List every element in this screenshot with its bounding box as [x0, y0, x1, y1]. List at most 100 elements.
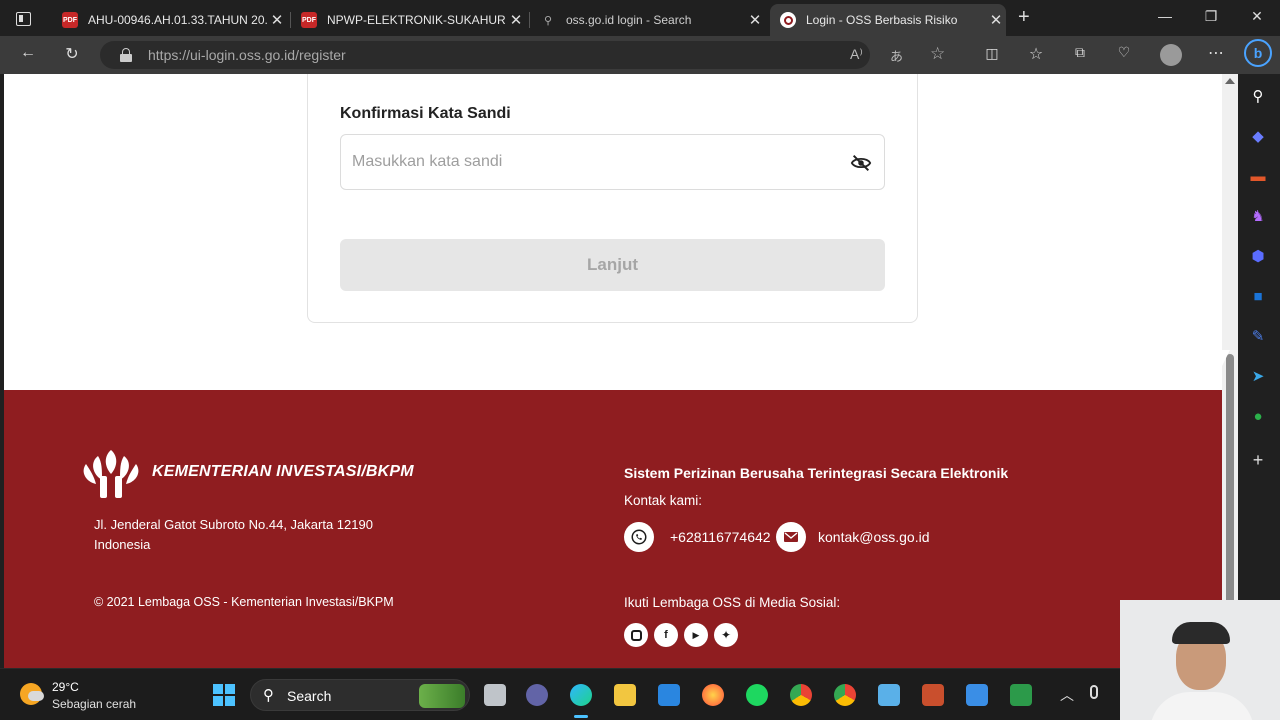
- lock-icon[interactable]: [120, 48, 132, 62]
- browser-tab-1[interactable]: PDF AHU-00946.AH.01.33.TAHUN 20... ✕: [52, 4, 287, 36]
- pdf-icon: PDF: [62, 12, 78, 28]
- back-icon[interactable]: ←: [16, 44, 40, 62]
- presenter-cap: [1172, 622, 1230, 644]
- games-icon[interactable]: ♞: [1248, 206, 1268, 226]
- oss-icon: [780, 12, 796, 28]
- translate-icon[interactable]: あ: [890, 46, 903, 65]
- search-icon: ⚲: [543, 14, 553, 27]
- microphone-icon[interactable]: [1090, 685, 1098, 699]
- active-app-indicator: [574, 715, 588, 718]
- url-text: https://ui-login.oss.go.id/register: [148, 47, 346, 63]
- social-media-label: Ikuti Lembaga OSS di Media Sosial:: [624, 595, 841, 610]
- tools-icon[interactable]: ▬: [1248, 166, 1268, 186]
- close-tab-icon[interactable]: ✕: [986, 11, 1006, 29]
- shopping-tag-icon[interactable]: ◆: [1248, 126, 1268, 146]
- continue-button[interactable]: Lanjut: [340, 239, 885, 291]
- minimize-icon[interactable]: —: [1150, 8, 1180, 24]
- profile-avatar[interactable]: [1160, 44, 1182, 66]
- telegram-icon[interactable]: ➤: [1248, 366, 1268, 386]
- webcam-overlay: [1120, 600, 1280, 720]
- search-highlight-icon: [419, 684, 465, 708]
- system-title: Sistem Perizinan Berusaha Terintegrasi S…: [624, 465, 1009, 481]
- performance-icon[interactable]: ♡: [1112, 44, 1136, 61]
- contact-email[interactable]: kontak@oss.go.id: [818, 529, 930, 545]
- browser-tab-2[interactable]: PDF NPWP-ELEKTRONIK-SUKAHURIP... ✕: [291, 4, 526, 36]
- address-line-2: Indonesia: [94, 537, 151, 552]
- mouse-cursor: [1222, 350, 1230, 366]
- scroll-up-icon[interactable]: [1225, 78, 1235, 84]
- teams-chat-icon[interactable]: [526, 684, 548, 706]
- browser-tab-4[interactable]: Login - OSS Berbasis Risiko ✕: [770, 4, 1006, 36]
- task-view-icon[interactable]: [484, 684, 506, 706]
- whatsapp-icon[interactable]: [624, 522, 654, 552]
- spotify-icon[interactable]: [746, 684, 768, 706]
- favorites-icon[interactable]: ☆: [1024, 44, 1048, 64]
- weather-cloud-icon: [28, 691, 44, 701]
- ministry-name: KEMENTERIAN INVESTASI/BKPM: [152, 463, 414, 480]
- mail-icon[interactable]: [658, 684, 680, 706]
- chrome-icon[interactable]: [790, 684, 812, 706]
- refresh-icon[interactable]: ↻: [60, 44, 84, 64]
- address-bar[interactable]: https://ui-login.oss.go.id/register A⁾ あ…: [100, 41, 945, 69]
- toggle-password-visibility-icon[interactable]: [850, 152, 872, 174]
- windows-start-icon[interactable]: [213, 684, 235, 706]
- tree-icon[interactable]: ●: [1248, 406, 1268, 426]
- tab-actions-icon[interactable]: [16, 12, 31, 26]
- tab-title: AHU-00946.AH.01.33.TAHUN 20...: [88, 13, 267, 27]
- tab-title: Login - OSS Berbasis Risiko: [806, 13, 958, 27]
- window-close-icon[interactable]: ✕: [1242, 8, 1272, 25]
- add-sidebar-icon[interactable]: +: [1248, 450, 1268, 470]
- facebook-icon[interactable]: f: [654, 623, 678, 647]
- instagram-icon[interactable]: [624, 623, 648, 647]
- copilot-icon[interactable]: b: [1244, 39, 1272, 67]
- split-screen-icon[interactable]: ◫: [980, 45, 1004, 62]
- edge-icon[interactable]: [570, 684, 592, 706]
- close-tab-icon[interactable]: ✕: [267, 11, 287, 29]
- browser-toolbar: ← ↻ https://ui-login.oss.go.id/register …: [0, 36, 1280, 74]
- paint-icon[interactable]: [966, 684, 988, 706]
- favorite-star-icon[interactable]: ☆: [930, 44, 945, 64]
- url-path: /register: [295, 47, 346, 63]
- url-host: https://ui-login.oss.go.id: [148, 47, 296, 63]
- search-icon[interactable]: ⚲: [1248, 86, 1268, 106]
- browser-tab-3[interactable]: ⚲ oss.go.id login - Search ✕: [530, 4, 765, 36]
- notepad-icon[interactable]: [878, 684, 900, 706]
- tab-title: oss.go.id login - Search: [566, 13, 692, 27]
- copilot-sidebar-icon[interactable]: ⬢: [1248, 246, 1268, 266]
- site-footer: KEMENTERIAN INVESTASI/BKPM Jl. Jenderal …: [4, 390, 1222, 668]
- file-explorer-icon[interactable]: [614, 684, 636, 706]
- contact-phone[interactable]: +628116774642: [670, 529, 771, 545]
- weather-condition: Sebagian cerah: [52, 697, 137, 711]
- close-tab-icon[interactable]: ✕: [745, 11, 765, 29]
- tab-title: NPWP-ELEKTRONIK-SUKAHURIP...: [327, 13, 506, 27]
- restore-icon[interactable]: ❐: [1196, 8, 1226, 25]
- bkpm-logo: [83, 450, 139, 498]
- twitter-icon[interactable]: ✦: [714, 623, 738, 647]
- firefox-icon[interactable]: [702, 684, 724, 706]
- tray-chevron-icon[interactable]: ︿: [1060, 685, 1074, 705]
- collections-icon[interactable]: ⧉: [1068, 44, 1092, 61]
- temperature: 29°C: [52, 680, 79, 694]
- browser-tab-strip: PDF AHU-00946.AH.01.33.TAHUN 20... ✕ PDF…: [0, 0, 1280, 38]
- new-tab-button[interactable]: +: [1018, 6, 1030, 29]
- web-page: Konfirmasi Kata Sandi Lanjut KEMENTERIAN…: [4, 74, 1222, 668]
- copyright-text: © 2021 Lembaga OSS - Kementerian Investa…: [94, 595, 394, 609]
- contact-label: Kontak kami:: [624, 493, 703, 508]
- more-menu-icon[interactable]: ⋯: [1204, 43, 1228, 63]
- youtube-icon[interactable]: ▶: [684, 623, 708, 647]
- close-tab-icon[interactable]: ✕: [506, 11, 526, 29]
- chrome-profile-icon[interactable]: [834, 684, 856, 706]
- pdf-icon: PDF: [301, 12, 317, 28]
- page-scrollbar[interactable]: [1222, 74, 1238, 668]
- confirm-password-input[interactable]: [340, 134, 885, 190]
- read-aloud-icon[interactable]: A⁾: [850, 46, 863, 63]
- outlook-icon[interactable]: ■: [1248, 286, 1268, 306]
- confirm-password-label: Konfirmasi Kata Sandi: [340, 105, 511, 122]
- taskbar-search[interactable]: ⚲ Search: [250, 679, 470, 711]
- weather-widget[interactable]: 29°C Sebagian cerah: [16, 677, 146, 713]
- search-icon: ⚲: [263, 687, 274, 704]
- drop-icon[interactable]: ✎: [1248, 326, 1268, 346]
- camtasia-icon[interactable]: [1010, 684, 1032, 706]
- email-icon[interactable]: [776, 522, 806, 552]
- powerpoint-icon[interactable]: [922, 684, 944, 706]
